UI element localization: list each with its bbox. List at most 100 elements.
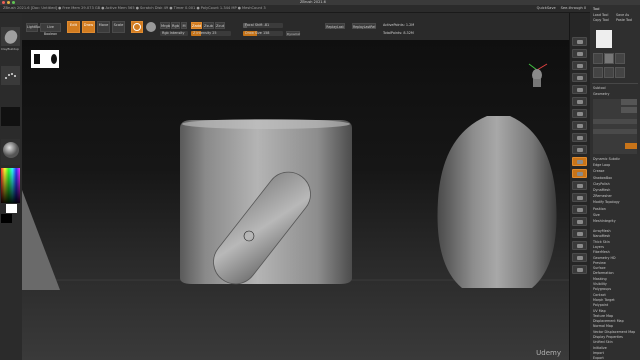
- copy-tool-button[interactable]: Copy Tool: [593, 18, 609, 22]
- geometry-subpanel-item[interactable]: DynaMesh: [593, 188, 610, 192]
- material-swatch[interactable]: [145, 21, 157, 33]
- menu-right-item[interactable]: See-through 0: [561, 6, 587, 10]
- polyf-icon[interactable]: [572, 217, 587, 226]
- tool-thumb-6[interactable]: [615, 67, 625, 78]
- tool-subpalette-item[interactable]: Export: [593, 356, 604, 360]
- focal-shift-slider[interactable]: Focal Shift -81: [243, 23, 283, 28]
- tool-subpalette-item[interactable]: Layers: [593, 245, 604, 249]
- smt-slider[interactable]: [593, 129, 637, 134]
- rotate-icon[interactable]: [572, 205, 587, 214]
- brush-slot[interactable]: [1, 27, 20, 46]
- sdiv-slider[interactable]: [593, 119, 637, 124]
- rgb-intensity-slider[interactable]: Rgb Intensity: [160, 31, 188, 36]
- tool-subpalette-item[interactable]: UV Map: [593, 309, 606, 313]
- geometry-subpanel-item[interactable]: Crease: [593, 169, 604, 173]
- close-icon[interactable]: [2, 1, 5, 4]
- scene-render[interactable]: [22, 40, 569, 360]
- tool-thumb-3[interactable]: [615, 53, 625, 64]
- lower-res-button[interactable]: [621, 107, 637, 113]
- tool-subpalette-item[interactable]: Geometry HD: [593, 256, 616, 260]
- color-picker[interactable]: [1, 168, 20, 203]
- geometry-subpanel-item[interactable]: MeshIntegrity: [593, 219, 616, 223]
- lsym-icon[interactable]: [572, 145, 587, 154]
- menu-right-item[interactable]: QuickSave: [537, 6, 556, 10]
- tool-subpalette-item[interactable]: Deformation: [593, 271, 614, 275]
- tool-subpalette-item[interactable]: Polypaint: [593, 303, 608, 307]
- persp-icon[interactable]: [572, 109, 587, 118]
- tool-subpalette-item[interactable]: Thick Skin: [593, 240, 610, 244]
- tool-subpalette-item[interactable]: Normal Map: [593, 324, 613, 328]
- scroll-icon[interactable]: [572, 61, 587, 70]
- main-color-swatch[interactable]: [6, 204, 17, 213]
- stroke-slot[interactable]: [1, 66, 20, 85]
- tool-subpalette-item[interactable]: Texture Map: [593, 314, 613, 318]
- aahalf-icon[interactable]: [572, 97, 587, 106]
- move-button[interactable]: Move: [97, 21, 110, 33]
- bpr-icon[interactable]: [572, 37, 587, 46]
- lightbox-button[interactable]: LightBox: [26, 23, 41, 32]
- geometry-subpanel-item[interactable]: Dynamic Subdiv: [593, 157, 620, 161]
- zoom-icon[interactable]: [572, 73, 587, 82]
- geometry-subpanel-item[interactable]: ShadowBox: [593, 176, 612, 180]
- alpha-slot[interactable]: [1, 107, 20, 126]
- move-icon[interactable]: [572, 181, 587, 190]
- frame-icon[interactable]: [572, 169, 587, 178]
- edit-button[interactable]: Edit: [67, 21, 80, 33]
- spix-icon[interactable]: [572, 49, 587, 58]
- rgb-button[interactable]: Rgb: [171, 22, 180, 29]
- tool-subpalette-item[interactable]: NanoMesh: [593, 234, 610, 238]
- tool-subpalette-item[interactable]: Initialize: [593, 346, 607, 350]
- replay-last-button[interactable]: ReplayLast: [325, 23, 345, 29]
- actual-icon[interactable]: [572, 85, 587, 94]
- zadd-button[interactable]: Zadd: [191, 22, 202, 29]
- secondary-color-swatch[interactable]: [1, 214, 12, 223]
- tool-subpalette-item[interactable]: Vector Displacement Map: [593, 330, 635, 334]
- scale-button[interactable]: Scale: [112, 21, 125, 33]
- geometry-subpanel-item[interactable]: Position: [593, 207, 606, 211]
- palette-header[interactable]: Tool: [593, 7, 599, 11]
- geometry-subpanel-item[interactable]: Edge Loop: [593, 163, 610, 167]
- load-tool-button[interactable]: Load Tool: [593, 13, 608, 17]
- geometry-subpanel-item[interactable]: Modify Topology: [593, 200, 620, 204]
- tool-subpalette-item[interactable]: ArrayMesh: [593, 229, 611, 233]
- tool-subpalette-item[interactable]: Display Properties: [593, 335, 623, 339]
- tool-subpalette-item[interactable]: Polygroups: [593, 287, 611, 291]
- tool-subpalette-item[interactable]: Preview: [593, 261, 606, 265]
- material-slot[interactable]: [1, 139, 20, 165]
- tool-subpalette-item[interactable]: Unified Skin: [593, 340, 613, 344]
- tool-subpalette-item[interactable]: FiberMesh: [593, 250, 610, 254]
- ghost-icon[interactable]: [572, 241, 587, 250]
- tool-subpalette-item[interactable]: Visibility: [593, 282, 607, 286]
- tool-thumb-5[interactable]: [604, 67, 614, 78]
- transp-icon[interactable]: [572, 229, 587, 238]
- local-icon[interactable]: [572, 133, 587, 142]
- geometry-subpanel-item[interactable]: ClayPolish: [593, 182, 610, 186]
- draw-button[interactable]: Draw: [82, 21, 95, 33]
- tool-subpalette-item[interactable]: Surface: [593, 266, 606, 270]
- tool-subpalette-item[interactable]: Masking: [593, 277, 607, 281]
- paste-tool-button[interactable]: Paste Tool: [616, 18, 632, 22]
- geometry-subpanel-item[interactable]: Size: [593, 213, 600, 217]
- live-boolean-button[interactable]: Live Boolean: [40, 23, 61, 36]
- save-as-button[interactable]: Save As: [616, 13, 629, 17]
- geometry-subpanel-item[interactable]: ZRemesher: [593, 194, 612, 198]
- tool-subpalette-item[interactable]: Contact: [593, 293, 606, 297]
- maximize-icon[interactable]: [12, 1, 15, 4]
- minimize-icon[interactable]: [7, 1, 10, 4]
- zcut-button[interactable]: Zcut: [215, 22, 225, 29]
- higher-res-button[interactable]: [621, 99, 637, 105]
- divide-button[interactable]: [625, 143, 637, 149]
- tool-thumb-2[interactable]: [604, 53, 614, 64]
- draw-size-slider[interactable]: Draw Size 158: [243, 31, 283, 36]
- floor-icon[interactable]: [572, 121, 587, 130]
- zoom3d-icon[interactable]: [572, 193, 587, 202]
- tool-subpalette-item[interactable]: Displacement Map: [593, 319, 624, 323]
- subtool-header[interactable]: Subtool: [593, 86, 606, 90]
- xpose-icon[interactable]: [572, 265, 587, 274]
- mrgb-button[interactable]: Mrgb: [160, 22, 170, 29]
- geometry-header[interactable]: Geometry: [593, 92, 609, 96]
- tool-thumb-4[interactable]: [593, 67, 603, 78]
- replay-last-rel-button[interactable]: ReplayLastRel: [352, 23, 376, 29]
- solo-icon[interactable]: [572, 253, 587, 262]
- m-button[interactable]: M: [181, 22, 187, 29]
